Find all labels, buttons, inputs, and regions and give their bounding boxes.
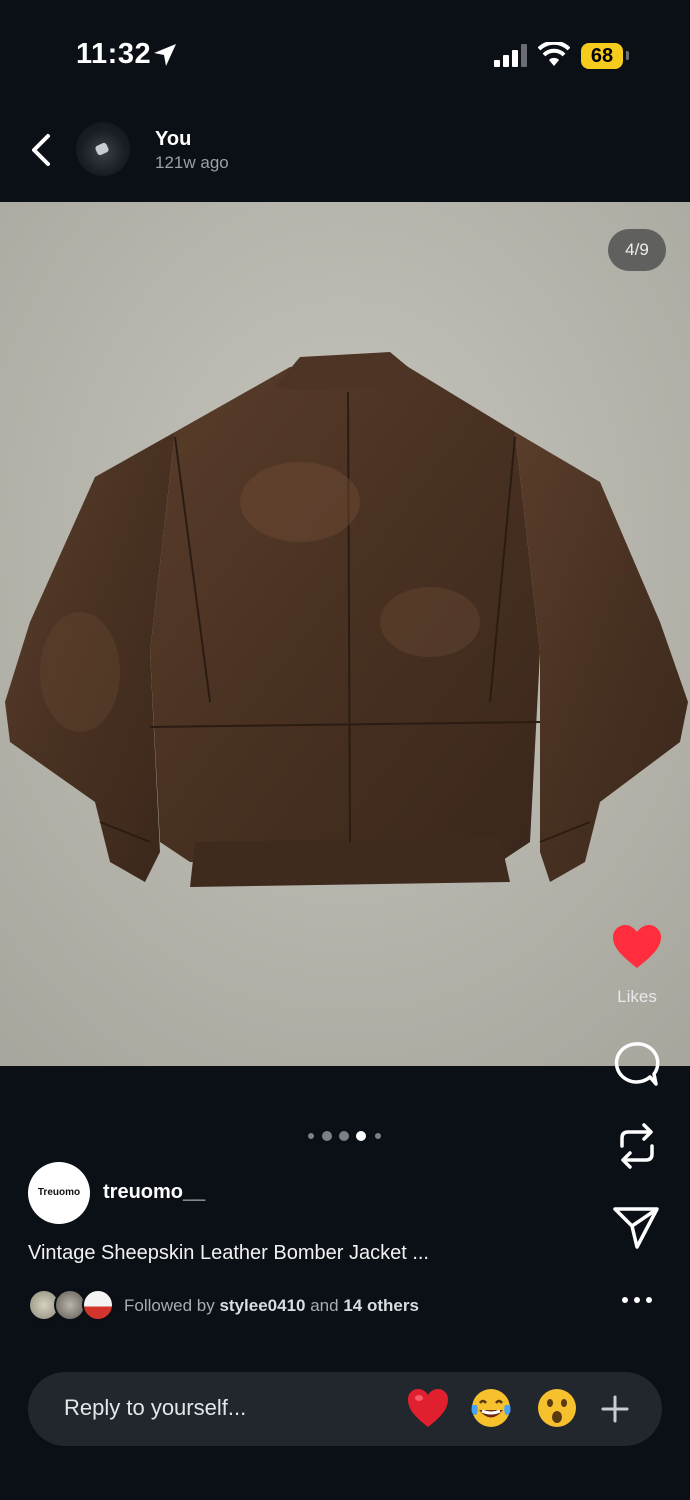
story-user-name[interactable]: You [155,128,191,151]
battery-level: 68 [581,43,623,69]
battery-cap [626,51,629,60]
tears-of-joy-reaction-icon[interactable] [468,1385,514,1431]
cellular-signal-icon [494,44,527,67]
carousel-indicator [306,1130,386,1142]
astonished-reaction-icon[interactable] [534,1385,580,1431]
leather-jacket-photo [0,202,690,1066]
followed-by-user[interactable]: stylee0410 [219,1296,305,1315]
heart-icon[interactable] [612,924,662,970]
user-avatar[interactable] [76,122,130,176]
more-options-icon[interactable] [615,1290,659,1310]
back-chevron-icon[interactable] [28,132,54,168]
carousel-dot [308,1133,314,1139]
reply-input[interactable]: Reply to yourself... [64,1395,246,1421]
clock-time: 11:32 [76,38,152,70]
followed-by-text[interactable]: Followed by stylee0410 and 14 others [124,1296,419,1316]
carousel-dot [375,1133,381,1139]
post-author-avatar[interactable]: Treuomo [28,1162,90,1224]
status-bar: 11:32 68 [0,0,690,110]
send-icon[interactable] [612,1206,660,1250]
followed-by-others[interactable]: 14 others [343,1296,419,1315]
heart-reaction-icon[interactable] [405,1385,451,1431]
repost-icon[interactable] [614,1120,660,1172]
avatar-image [94,141,110,157]
follower-avatars[interactable] [28,1289,118,1321]
post-author-username[interactable]: treuomo__ [103,1181,205,1204]
carousel-dot [339,1131,349,1141]
post-caption[interactable]: Vintage Sheepskin Leather Bomber Jacket … [28,1242,429,1265]
add-reaction-plus-icon[interactable] [600,1394,630,1424]
story-photo[interactable] [0,202,690,1066]
comment-icon[interactable] [612,1040,660,1088]
avatar-logo-text: Treuomo [37,1187,81,1198]
story-timestamp: 121w ago [155,153,229,172]
location-arrow-icon [154,44,176,66]
wifi-icon [538,42,570,66]
follower-avatar [82,1289,114,1321]
followed-by-and: and [310,1296,339,1315]
story-header: You 121w ago [0,110,690,202]
carousel-dot-active [356,1131,366,1141]
carousel-dot [322,1131,332,1141]
followed-by-prefix: Followed by [124,1296,215,1315]
likes-label[interactable]: Likes [600,987,674,1007]
slide-counter: 4/9 [608,229,666,271]
